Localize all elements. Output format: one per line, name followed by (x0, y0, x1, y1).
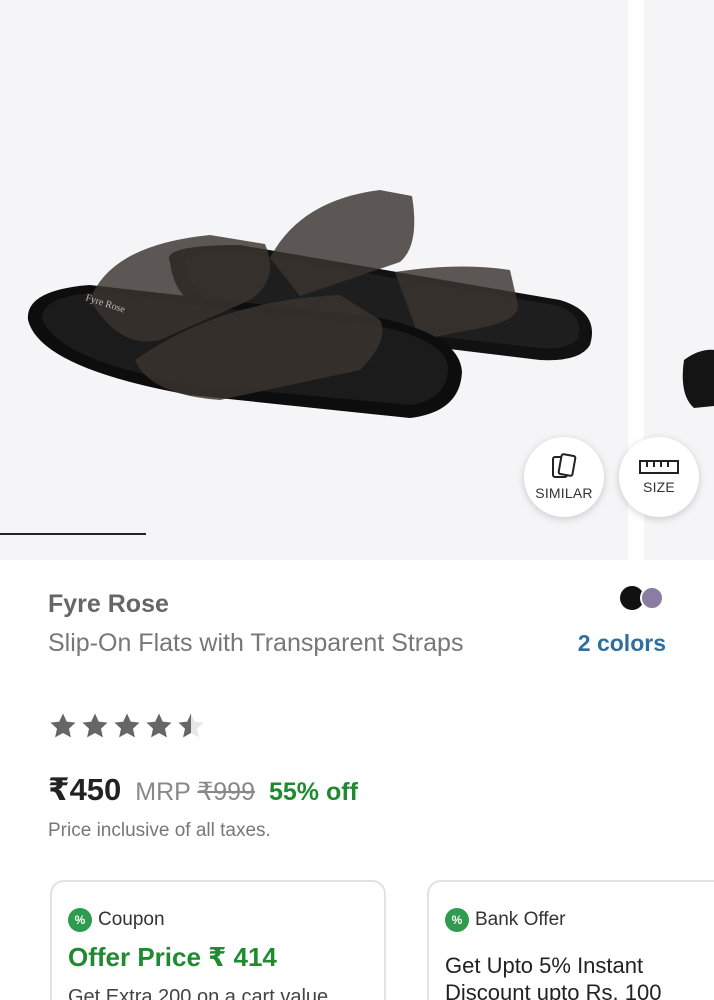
cards-icon (552, 453, 577, 478)
discount-percent: 55% off (268, 778, 358, 806)
star-full-icon (50, 713, 76, 738)
bank-offer-card[interactable]: % Bank Offer Get Upto 5% Instant Discoun… (427, 880, 714, 1000)
ruler-icon (639, 460, 679, 474)
offer-price: Offer Price ₹ 414 (68, 942, 277, 972)
similar-label: SIMILAR (535, 485, 593, 501)
coupon-heading: % Coupon (68, 908, 165, 932)
brand-name[interactable]: Fyre Rose (48, 590, 169, 619)
mrp-value: ₹999 (197, 778, 255, 806)
product-image-gallery[interactable]: Fyre Rose SIMILAR SIZE (0, 0, 714, 560)
coupon-subtext: Get Extra 200 on a cart value (68, 986, 329, 1000)
similar-button[interactable]: SIMILAR (524, 437, 604, 517)
star-half-icon (178, 713, 204, 738)
bank-offer-heading: % Bank Offer (445, 908, 565, 932)
price-row: ₹450 MRP ₹999 55% off (48, 772, 358, 808)
star-rating[interactable] (48, 711, 206, 745)
percent-badge-icon: % (68, 908, 92, 932)
color-swatches[interactable] (618, 586, 668, 612)
tax-note: Price inclusive of all taxes. (48, 820, 271, 841)
percent-badge-icon: % (445, 908, 469, 932)
star-full-icon (146, 713, 172, 738)
star-full-icon (114, 713, 140, 738)
coupon-heading-label: Coupon (98, 909, 165, 930)
size-button[interactable]: SIZE (619, 437, 699, 517)
colors-link[interactable]: 2 colors (578, 630, 666, 657)
coupon-offer-card[interactable]: % Coupon Offer Price ₹ 414 Get Extra 200… (50, 880, 386, 1000)
size-label: SIZE (643, 479, 675, 495)
bank-offer-text: Get Upto 5% Instant Discount upto Rs. 10… (445, 953, 662, 1000)
mrp: MRP ₹999 (135, 777, 255, 807)
product-title: Slip-On Flats with Transparent Straps (48, 629, 464, 657)
bank-offer-heading-label: Bank Offer (475, 909, 566, 930)
mrp-label: MRP (135, 778, 191, 806)
color-swatch-lavender[interactable] (640, 586, 664, 610)
product-info-section: Fyre Rose Slip-On Flats with Transparent… (0, 560, 714, 1000)
selling-price: ₹450 (48, 772, 122, 807)
star-full-icon (82, 713, 108, 738)
carousel-progress-indicator (0, 533, 146, 535)
